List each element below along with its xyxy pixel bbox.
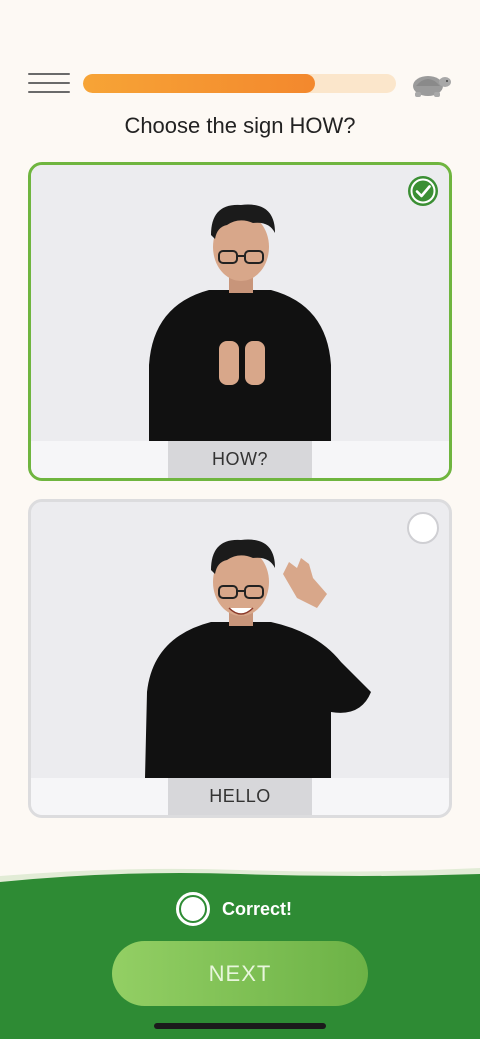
answer-label-container: HOW? (31, 441, 449, 478)
correct-indicator-icon (176, 892, 210, 926)
home-indicator (154, 1023, 326, 1029)
sign-video-how (31, 165, 449, 441)
answer-card-hello[interactable]: HELLO (28, 499, 452, 818)
answer-card-how[interactable]: HOW? (28, 162, 452, 481)
answer-label-container: HELLO (31, 778, 449, 815)
feedback-status: Correct! (176, 891, 292, 927)
menu-icon[interactable] (28, 72, 70, 96)
question-title: Choose the sign HOW? (124, 113, 356, 138)
check-circle-icon (408, 176, 438, 206)
answer-label: HELLO (209, 786, 271, 806)
radio-empty-icon[interactable] (407, 512, 439, 544)
feedback-text: Correct! (222, 898, 293, 919)
turtle-icon[interactable] (408, 68, 454, 100)
answer-label: HOW? (212, 449, 268, 469)
next-button[interactable]: NEXT (112, 941, 368, 1006)
progress-bar (83, 74, 396, 93)
sign-video-hello (31, 502, 449, 778)
progress-fill (83, 74, 315, 93)
